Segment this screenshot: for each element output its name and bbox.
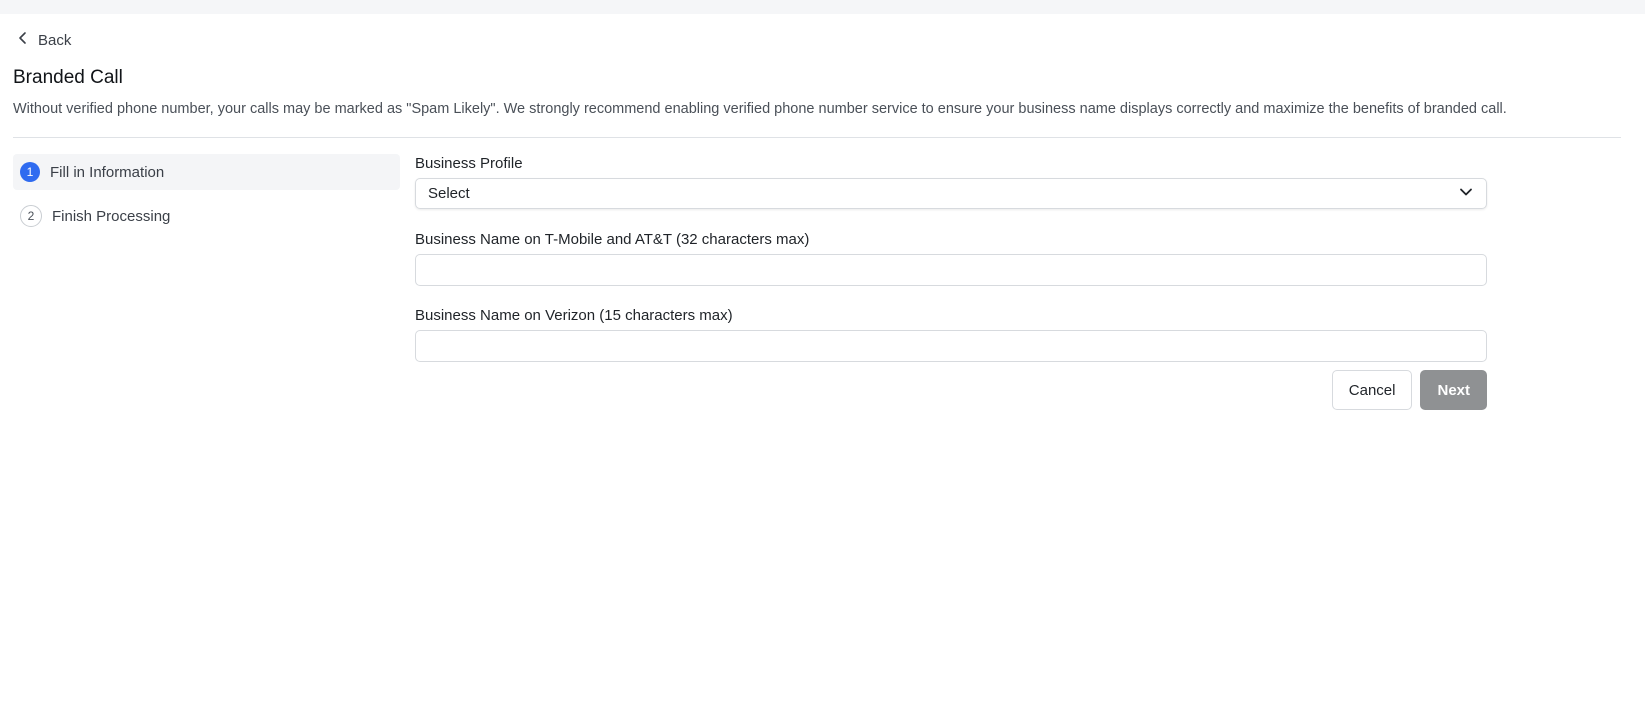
scrollbar[interactable] bbox=[1635, 14, 1645, 720]
tmobile-name-input[interactable] bbox=[415, 254, 1487, 286]
verizon-name-field: Business Name on Verizon (15 characters … bbox=[415, 306, 1487, 362]
step-label: Finish Processing bbox=[52, 207, 171, 225]
next-button[interactable]: Next bbox=[1420, 370, 1487, 410]
tmobile-name-field: Business Name on T-Mobile and AT&T (32 c… bbox=[415, 230, 1487, 286]
step-label: Fill in Information bbox=[50, 163, 165, 181]
page-description: Without verified phone number, your call… bbox=[13, 101, 1507, 117]
business-profile-label: Business Profile bbox=[415, 155, 523, 172]
back-label: Back bbox=[38, 31, 72, 49]
page-title: Branded Call bbox=[13, 67, 123, 88]
business-profile-field: Business Profile Select bbox=[415, 154, 1487, 209]
back-button[interactable]: Back bbox=[16, 29, 71, 51]
step-fill-in-information[interactable]: 1 Fill in Information bbox=[13, 154, 400, 190]
business-profile-select[interactable]: Select bbox=[415, 178, 1487, 209]
step-number: 1 bbox=[20, 162, 40, 182]
divider bbox=[13, 137, 1621, 138]
branded-call-form: Business Profile Select Business Name on… bbox=[415, 154, 1487, 410]
business-profile-value: Select bbox=[428, 185, 470, 202]
form-actions: Cancel Next bbox=[1331, 370, 1487, 410]
chevron-down-icon bbox=[1458, 184, 1474, 204]
step-number: 2 bbox=[20, 205, 42, 227]
verizon-name-input[interactable] bbox=[415, 330, 1487, 362]
top-bar bbox=[0, 0, 1645, 14]
verizon-name-label: Business Name on Verizon (15 characters … bbox=[415, 307, 733, 324]
tmobile-name-label: Business Name on T-Mobile and AT&T (32 c… bbox=[415, 231, 810, 248]
step-finish-processing[interactable]: 2 Finish Processing bbox=[13, 198, 400, 234]
cancel-button[interactable]: Cancel bbox=[1331, 370, 1413, 410]
step-list: 1 Fill in Information 2 Finish Processin… bbox=[13, 154, 400, 242]
chevron-left-icon bbox=[16, 31, 30, 49]
